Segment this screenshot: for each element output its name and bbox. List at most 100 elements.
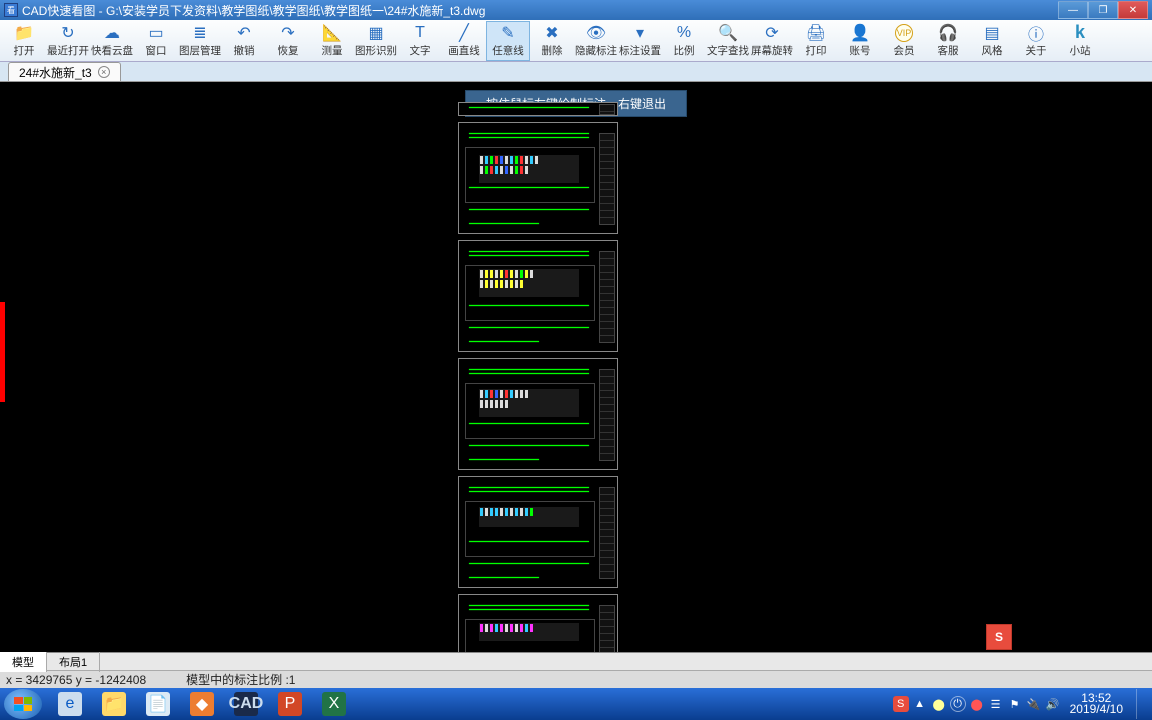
tool-label: 删除	[542, 43, 563, 58]
hide-annot-icon: 👁	[586, 24, 606, 42]
delete-button[interactable]: ✖删除	[530, 21, 574, 61]
undo-button[interactable]: ↶撤销	[222, 21, 266, 61]
taskbar-app-notepad[interactable]: 📄	[137, 690, 179, 718]
window-title: CAD快速看图 - G:\安装学员下发资料\教学图纸\教学图纸\教学图纸一\24…	[22, 2, 1058, 19]
measure-button[interactable]: 📐测量	[310, 21, 354, 61]
tray-clock[interactable]: 13:52 2019/4/10	[1064, 693, 1129, 715]
tool-label: 任意线	[492, 43, 524, 58]
print-button[interactable]: 🖨打印	[794, 21, 838, 61]
drawing-sheet	[458, 240, 618, 352]
status-bar: x = 3429765 y = -1242408 模型中的标注比例 :1	[0, 670, 1152, 688]
layers-icon: ≣	[190, 24, 210, 42]
tray-flag-icon[interactable]: ⚑	[1007, 696, 1023, 712]
tool-label: 风格	[982, 43, 1003, 58]
tab-model[interactable]: 模型	[0, 652, 47, 672]
about-icon: ⓘ	[1026, 24, 1046, 42]
freehand-button[interactable]: ✎任意线	[486, 21, 530, 61]
tray-icon[interactable]: ⏻	[950, 696, 966, 712]
scale-readout: 模型中的标注比例 :1	[186, 671, 295, 688]
measure-icon: 📐	[322, 24, 342, 42]
recent-button[interactable]: ↻最近打开	[46, 21, 90, 61]
system-tray: S ▲ ⬤ ⏻ ⬤ ☰ ⚑ 🔌 🔊 13:52 2019/4/10	[893, 689, 1148, 719]
tool-label: 比例	[674, 43, 695, 58]
tray-icon[interactable]: ⬤	[969, 696, 985, 712]
support-button[interactable]: 🎧客服	[926, 21, 970, 61]
redo-icon: ↷	[278, 24, 298, 42]
open-button[interactable]: 📁打开	[2, 21, 46, 61]
foxit-icon: ◆	[190, 692, 214, 716]
print-icon: 🖨	[806, 24, 826, 42]
tray-icon[interactable]: ⬤	[931, 696, 947, 712]
document-tab[interactable]: 24#水施新_t3 ×	[8, 62, 121, 81]
sogou-ime-icon[interactable]: S	[986, 624, 1012, 650]
ie-icon: e	[58, 692, 82, 716]
close-button[interactable]: ✕	[1118, 1, 1148, 19]
hide-annot-button[interactable]: 👁隐藏标注	[574, 21, 618, 61]
windows-taskbar: e 📁 📄 ◆ CAD P X S ▲ ⬤ ⏻ ⬤ ☰ ⚑ 🔌 🔊 13:52 …	[0, 688, 1152, 720]
window-controls: — ❐ ✕	[1058, 1, 1148, 19]
ratio-button[interactable]: %比例	[662, 21, 706, 61]
taskbar-app-foxit[interactable]: ◆	[181, 690, 223, 718]
window-button[interactable]: ▭窗口	[134, 21, 178, 61]
tool-label: 屏幕旋转	[751, 43, 793, 58]
layers-button[interactable]: ≣图层管理	[178, 21, 222, 61]
main-toolbar: 📁打开↻最近打开☁快看云盘▭窗口≣图层管理↶撤销↷恢复📐测量▦图形识别T文字╱画…	[0, 20, 1152, 62]
drawing-sheet	[458, 594, 618, 652]
style-button[interactable]: ▤风格	[970, 21, 1014, 61]
drawing-sheet	[458, 358, 618, 470]
tray-icon[interactable]: ▲	[912, 696, 928, 712]
drawing-canvas[interactable]: 按住鼠标左键绘制标注，右键退出	[0, 82, 1152, 652]
tab-close-icon[interactable]: ×	[98, 66, 110, 78]
minimize-button[interactable]: —	[1058, 1, 1088, 19]
line-button[interactable]: ╱画直线	[442, 21, 486, 61]
text-search-button[interactable]: 🔍文字查找	[706, 21, 750, 61]
start-button[interactable]	[4, 689, 42, 719]
tool-label: 图形识别	[355, 43, 397, 58]
show-desktop-button[interactable]	[1136, 689, 1148, 719]
account-button[interactable]: 👤账号	[838, 21, 882, 61]
drawing-sheet	[458, 122, 618, 234]
tab-label: 24#水施新_t3	[19, 64, 92, 81]
tool-label: 打开	[14, 43, 35, 58]
tool-label: 文字	[410, 43, 431, 58]
rotate-button[interactable]: ⟳屏幕旋转	[750, 21, 794, 61]
tool-label: 客服	[938, 43, 959, 58]
vip-button[interactable]: VIP会员	[882, 21, 926, 61]
line-icon: ╱	[454, 24, 474, 42]
tray-date: 2019/4/10	[1070, 704, 1123, 715]
account-icon: 👤	[850, 24, 870, 42]
tool-label: 账号	[850, 43, 871, 58]
pattern-button[interactable]: ▦图形识别	[354, 21, 398, 61]
text-button[interactable]: T文字	[398, 21, 442, 61]
cloud-button[interactable]: ☁快看云盘	[90, 21, 134, 61]
red-marker	[0, 302, 5, 402]
taskbar-app-cad[interactable]: CAD	[225, 690, 267, 718]
tray-icon[interactable]: ☰	[988, 696, 1004, 712]
redo-button[interactable]: ↷恢复	[266, 21, 310, 61]
tray-volume-icon[interactable]: 🔊	[1045, 696, 1061, 712]
tab-layout1[interactable]: 布局1	[47, 652, 100, 672]
taskbar-app-explorer[interactable]: 📁	[93, 690, 135, 718]
delete-icon: ✖	[542, 24, 562, 42]
text-search-icon: 🔍	[718, 24, 738, 42]
drawing-sheet	[458, 476, 618, 588]
about-button[interactable]: ⓘ关于	[1014, 21, 1058, 61]
tool-label: 小站	[1070, 43, 1091, 58]
excel-icon: X	[322, 692, 346, 716]
tool-label: 标注设置	[619, 43, 661, 58]
taskbar-app-powerpoint[interactable]: P	[269, 690, 311, 718]
maximize-button[interactable]: ❐	[1088, 1, 1118, 19]
recent-icon: ↻	[58, 24, 78, 42]
site-icon: k	[1070, 24, 1090, 42]
tool-label: 文字查找	[707, 43, 749, 58]
folder-icon: 📁	[102, 692, 126, 716]
tray-network-icon[interactable]: 🔌	[1026, 696, 1042, 712]
tool-label: 图层管理	[179, 43, 221, 58]
tool-label: 恢复	[278, 43, 299, 58]
taskbar-app-excel[interactable]: X	[313, 690, 355, 718]
tray-sogou-icon[interactable]: S	[893, 696, 909, 712]
site-button[interactable]: k小站	[1058, 21, 1102, 61]
annot-settings-button[interactable]: ▾标注设置	[618, 21, 662, 61]
windows-logo-icon	[14, 697, 32, 711]
taskbar-app-ie[interactable]: e	[49, 690, 91, 718]
